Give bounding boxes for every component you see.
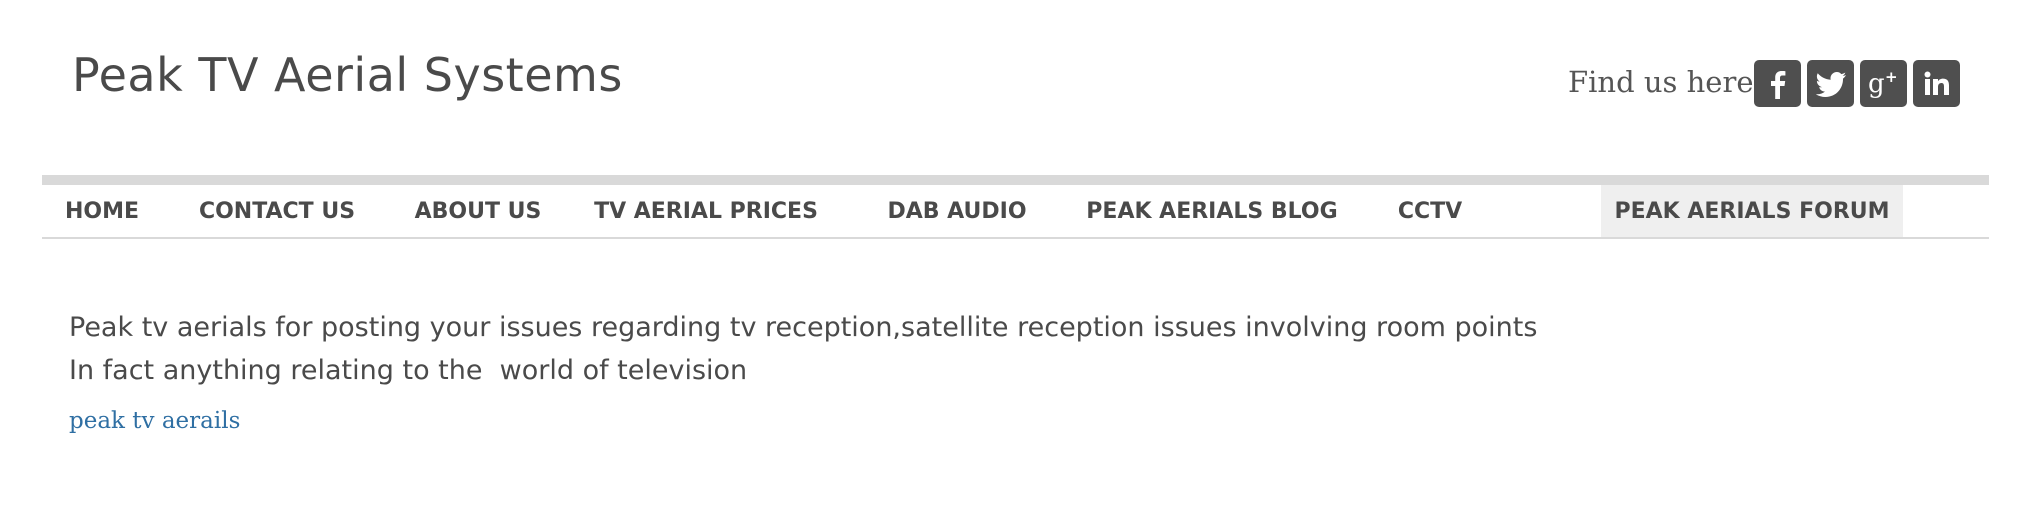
- peak-tv-aerials-link[interactable]: peak tv aerails: [69, 408, 240, 434]
- nav-home[interactable]: HOME: [42, 185, 162, 237]
- intro-line-1: Peak tv aerials for posting your issues …: [69, 312, 1538, 343]
- linkedin-icon: [1924, 71, 1949, 95]
- main-nav: HOME CONTACT US ABOUT US TV AERIAL PRICE…: [42, 185, 1989, 239]
- main-content: Peak tv aerials for posting your issues …: [69, 306, 1569, 434]
- google-plus-button[interactable]: g +: [1860, 60, 1907, 107]
- site-header: Peak TV Aerial Systems Find us here g +: [0, 0, 2027, 170]
- svg-text:g: g: [1868, 69, 1885, 99]
- facebook-button[interactable]: [1754, 60, 1801, 107]
- svg-text:+: +: [1885, 69, 1898, 86]
- nav-top-border: [42, 175, 1989, 185]
- site-title[interactable]: Peak TV Aerial Systems: [72, 52, 623, 98]
- google-plus-icon: g +: [1868, 69, 1898, 99]
- nav-dab-audio[interactable]: DAB AUDIO: [848, 185, 1066, 237]
- nav-contact-us[interactable]: CONTACT US: [162, 185, 392, 237]
- find-us-label: Find us here: [1568, 65, 1754, 99]
- linkedin-button[interactable]: [1913, 60, 1960, 107]
- twitter-button[interactable]: [1807, 60, 1854, 107]
- nav-peak-aerials-forum[interactable]: PEAK AERIALS FORUM: [1601, 185, 1903, 237]
- intro-line-2: In fact anything relating to the world o…: [69, 355, 748, 386]
- nav-peak-aerials-blog[interactable]: PEAK AERIALS BLOG: [1066, 185, 1358, 237]
- nav-tv-aerial-prices[interactable]: TV AERIAL PRICES: [564, 185, 848, 237]
- nav-cctv[interactable]: CCTV: [1358, 185, 1502, 237]
- nav-about-us[interactable]: ABOUT US: [392, 185, 564, 237]
- facebook-icon: [1770, 70, 1785, 99]
- twitter-icon: [1815, 71, 1846, 97]
